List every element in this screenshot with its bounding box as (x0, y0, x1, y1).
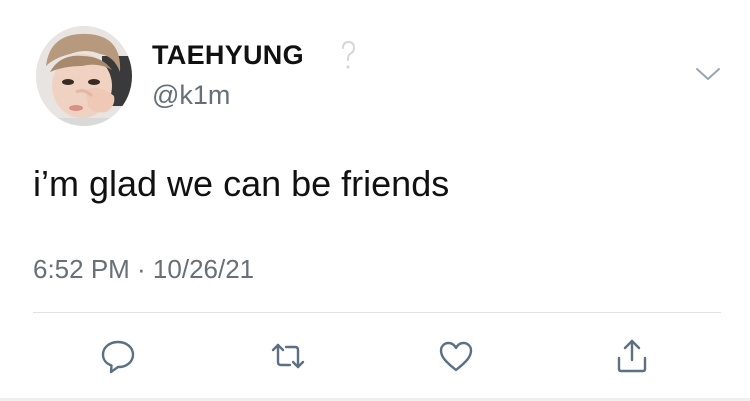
tweet-timestamp[interactable]: 6:52 PM · 10/26/21 (33, 254, 254, 285)
avatar[interactable] (36, 26, 132, 126)
question-mark-icon (338, 39, 358, 73)
user-handle[interactable]: @k1m (152, 80, 230, 111)
like-button[interactable] (436, 336, 476, 376)
chevron-down-icon (696, 68, 720, 80)
retweet-arrows-icon (271, 343, 305, 369)
reply-button[interactable] (98, 336, 138, 376)
display-name[interactable]: TAEHYUNG (152, 40, 304, 71)
speech-bubble-icon (101, 340, 135, 374)
retweet-button[interactable] (268, 336, 308, 376)
share-button[interactable] (612, 336, 652, 376)
divider (33, 312, 721, 313)
heart-icon (439, 341, 473, 372)
tweet-card: TAEHYUNG @k1m i’m glad we can be friends… (0, 0, 750, 401)
share-upload-icon (617, 339, 647, 373)
tweet-text: i’m glad we can be friends (33, 163, 450, 204)
more-menu-button[interactable] (692, 62, 724, 86)
